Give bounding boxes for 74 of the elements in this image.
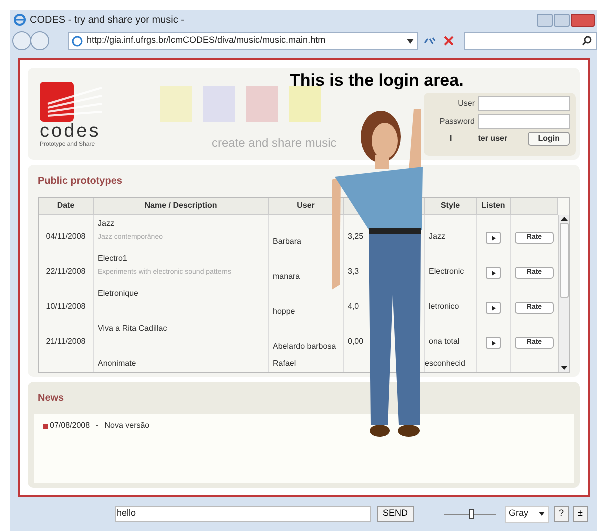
table-cell-text: manara — [273, 271, 302, 282]
table-cell-text: 3,25 — [348, 231, 365, 242]
search-field[interactable] — [464, 32, 597, 50]
bullet-icon — [43, 424, 48, 428]
news-date: 07/08/2008 — [50, 420, 90, 432]
news-link[interactable]: Nova versão — [104, 420, 150, 432]
play-button[interactable] — [486, 232, 501, 244]
table-cell-text: Anonimate — [98, 358, 138, 369]
table-cell-text: Electronic — [429, 266, 466, 277]
chat-input[interactable]: hello — [115, 506, 371, 522]
table-cell-text: Electro1 — [98, 253, 128, 264]
table-cell-text: Eletronique — [98, 288, 140, 299]
scrollbar[interactable] — [558, 215, 569, 372]
register-link[interactable]: ter user — [478, 133, 508, 145]
dropdown-icon — [539, 512, 546, 516]
send-button[interactable]: SEND — [377, 506, 414, 522]
help-button[interactable]: ? — [554, 506, 570, 522]
stop-icon[interactable] — [442, 34, 456, 48]
column-header: Style — [440, 200, 460, 212]
table-cell-text: hoppe — [273, 306, 296, 317]
table-cell-text: Viva a Rita Cadillac — [98, 323, 168, 334]
raised-arm-drawing — [409, 109, 421, 171]
play-icon — [492, 340, 496, 346]
page-icon — [72, 36, 83, 46]
user-label: User — [458, 98, 475, 110]
table-cell-text: Jazz — [98, 218, 116, 229]
table-cell-text: letronico — [429, 301, 460, 312]
search-icon[interactable] — [582, 36, 592, 46]
table-cell: 04/11/2008 — [46, 231, 86, 242]
annotation-text: This is the login area. — [290, 70, 464, 92]
table-cell-text: Barbara — [273, 236, 302, 247]
password-label: Password — [440, 116, 475, 128]
table-cell-text: 0,00 — [348, 336, 365, 347]
user-field[interactable] — [478, 96, 570, 111]
login-button[interactable]: Login — [528, 132, 570, 146]
scroll-down-icon[interactable] — [560, 364, 568, 372]
column-header: Date — [57, 200, 75, 212]
table-cell-text: Jazz — [429, 231, 446, 242]
table-cell-text: 3,3 — [348, 266, 360, 277]
plus-minus-button[interactable]: ± — [573, 506, 588, 522]
address-bar[interactable]: http://gia.inf.ufrgs.br/lcmCODES/diva/music/music.main.htm — [68, 32, 418, 50]
section-title: News — [38, 392, 66, 406]
password-field[interactable] — [478, 114, 570, 129]
slider-thumb[interactable] — [468, 509, 474, 519]
register-link[interactable]: I — [450, 133, 452, 145]
play-button[interactable] — [486, 267, 501, 279]
column-header: Name / Description — [144, 200, 218, 212]
play-icon — [492, 306, 496, 310]
section-title: Public prototypes — [38, 175, 124, 189]
scroll-up-icon[interactable] — [560, 215, 568, 223]
table-cell-text: esconhecid — [425, 358, 466, 369]
play-icon — [492, 270, 496, 276]
dropdown-icon[interactable] — [407, 38, 414, 44]
logo-icon — [40, 82, 102, 124]
tagline: create and share music — [211, 135, 338, 152]
slider[interactable] — [444, 508, 496, 520]
logo-text: codes — [40, 123, 102, 141]
table-cell: 21/11/2008 — [46, 336, 86, 347]
play-icon — [492, 236, 496, 240]
play-button[interactable] — [486, 302, 501, 314]
column-header: User — [297, 200, 315, 212]
news-separator: - — [96, 420, 99, 432]
column-header: Listen — [482, 200, 506, 212]
table-cell: 22/11/2008 — [46, 266, 86, 277]
table-cell-text: Abelardo barbosa — [273, 341, 338, 352]
table-cell: 10/11/2008 — [46, 301, 86, 312]
browser-logo-icon — [14, 14, 26, 26]
table-cell-text: Rafael — [273, 358, 298, 369]
table-cell-text: ona total — [429, 336, 461, 347]
color-select[interactable]: Gray — [505, 506, 550, 522]
window-title: CODES - try and share yor music - — [30, 14, 184, 28]
play-button[interactable] — [486, 337, 501, 349]
close-button[interactable] — [571, 14, 595, 26]
table-cell-text: 4,0 — [348, 301, 360, 312]
